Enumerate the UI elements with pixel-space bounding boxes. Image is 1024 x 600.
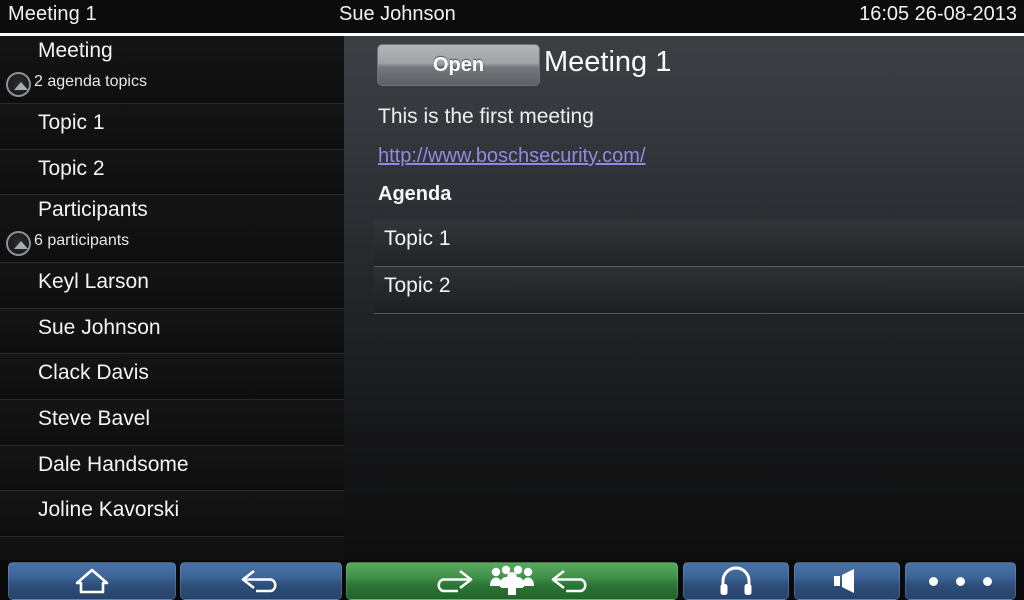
home-button[interactable] bbox=[8, 562, 176, 600]
collapse-up-icon[interactable] bbox=[6, 72, 31, 97]
sidebar-item-subtitle: 2 agenda topics bbox=[34, 73, 147, 90]
sidebar-item-label: Clack Davis bbox=[38, 361, 149, 385]
sidebar-item[interactable]: Topic 2 bbox=[0, 149, 344, 196]
back-button[interactable] bbox=[180, 562, 342, 600]
title-bar: Meeting 1 Sue Johnson 16:05 26-08-2013 bbox=[0, 0, 1024, 36]
app-window: Meeting 1 Sue Johnson 16:05 26-08-2013 M… bbox=[0, 0, 1024, 600]
agenda-heading: Agenda bbox=[378, 183, 452, 205]
detail-header: Open Meeting 1 bbox=[344, 36, 1024, 92]
sidebar-item-label: Topic 2 bbox=[38, 156, 105, 180]
three-dots-icon bbox=[929, 576, 992, 586]
sidebar-item[interactable]: Dale Handsome bbox=[0, 445, 344, 492]
sidebar-list[interactable]: Meeting 2 agenda topics Topic 1 Topic 2 Part… bbox=[0, 36, 344, 560]
sidebar-item-label: Sue Johnson bbox=[38, 315, 161, 339]
sidebar-group[interactable]: Meeting 2 agenda topics bbox=[0, 36, 344, 104]
sidebar-item[interactable]: Joline Kavorski bbox=[0, 491, 344, 537]
agenda-row[interactable]: Topic 2 bbox=[374, 267, 1024, 314]
sidebar-item-label: Steve Bavel bbox=[38, 406, 151, 430]
sidebar-item-label: Topic 1 bbox=[38, 111, 105, 134]
detail-title: Meeting 1 bbox=[544, 46, 672, 78]
sidebar-item[interactable]: Keyl Larson bbox=[0, 263, 344, 309]
clock-date: 16:05 26-08-2013 bbox=[859, 3, 1017, 25]
agenda-row-label: Topic 1 bbox=[384, 227, 451, 250]
volume-button[interactable] bbox=[794, 562, 900, 600]
open-button[interactable]: Open bbox=[377, 44, 540, 86]
back-arrow-icon bbox=[238, 567, 284, 595]
sidebar-group[interactable]: Participants 6 participants bbox=[0, 195, 344, 264]
detail-description: This is the first meeting bbox=[378, 105, 594, 128]
sidebar-item[interactable]: Topic 1 bbox=[0, 104, 344, 150]
more-button[interactable] bbox=[905, 562, 1016, 600]
headphones-icon bbox=[719, 566, 753, 596]
sidebar-item[interactable]: Clack Davis bbox=[0, 354, 344, 400]
detail-link[interactable]: http://www.boschsecurity.com/ bbox=[378, 145, 646, 168]
back-arrow-icon bbox=[548, 567, 594, 595]
bottom-toolbar bbox=[0, 560, 1024, 600]
agenda-row[interactable]: Topic 1 bbox=[374, 220, 1024, 267]
agenda-list[interactable]: Topic 1 Topic 2 bbox=[374, 220, 1024, 314]
sidebar-item-subtitle: 6 participants bbox=[34, 232, 130, 250]
agenda-row-label: Topic 2 bbox=[384, 274, 451, 297]
sidebar-item[interactable]: Steve Bavel bbox=[0, 399, 344, 446]
sidebar-item-label: Keyl Larson bbox=[38, 270, 149, 294]
sidebar-item[interactable]: Sue Johnson bbox=[0, 308, 344, 355]
forward-arrow-icon bbox=[430, 567, 476, 595]
speaker-icon bbox=[830, 567, 864, 595]
detail-panel: Open Meeting 1 This is the first meeting… bbox=[344, 36, 1024, 560]
sidebar-item-label: Participants bbox=[38, 198, 148, 222]
sidebar-item-label: Meeting bbox=[38, 39, 113, 62]
sidebar-item-label: Joline Kavorski bbox=[38, 498, 180, 522]
headphones-button[interactable] bbox=[683, 562, 789, 600]
collapse-up-icon[interactable] bbox=[6, 231, 31, 257]
group-of-people-icon bbox=[488, 565, 536, 597]
discussion-button[interactable] bbox=[346, 562, 678, 600]
page-title: Meeting 1 bbox=[8, 3, 97, 25]
current-user: Sue Johnson bbox=[339, 3, 456, 25]
sidebar-item-label: Dale Handsome bbox=[38, 452, 189, 476]
home-icon bbox=[74, 567, 110, 595]
